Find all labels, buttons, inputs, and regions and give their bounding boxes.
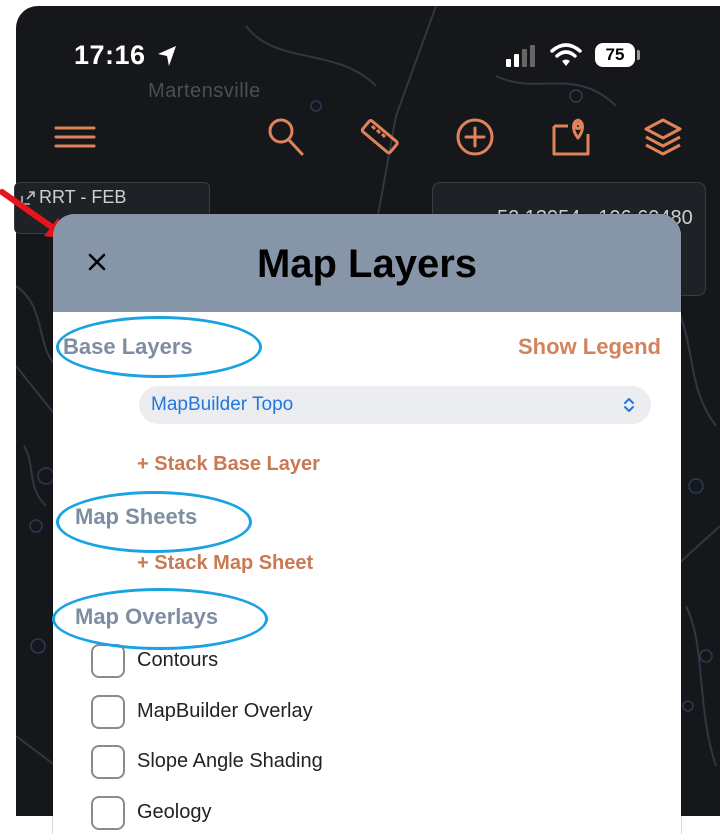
overlay-item-label: MapBuilder Overlay [137, 700, 313, 722]
checkbox[interactable] [91, 745, 125, 779]
annotation-ellipse-map-overlays [52, 588, 268, 650]
stack-base-layer-button[interactable]: + Stack Base Layer [137, 453, 320, 476]
checkbox[interactable] [91, 695, 125, 729]
battery-nub [637, 50, 640, 60]
ruler-icon[interactable] [356, 114, 402, 160]
map-town-label: Martensville [148, 80, 261, 102]
wifi-icon [550, 43, 582, 66]
modal-header: Map Layers [53, 214, 681, 312]
search-icon[interactable] [262, 114, 308, 160]
base-layer-select-value: MapBuilder Topo [151, 394, 294, 415]
overlay-item-label: Contours [137, 649, 219, 671]
add-icon[interactable] [452, 114, 498, 160]
base-layer-select[interactable]: MapBuilder Topo [139, 386, 651, 424]
menu-icon[interactable] [52, 114, 98, 160]
overlay-item-label: Slope Angle Shading [137, 750, 323, 772]
chevron-updown-icon [624, 398, 634, 412]
battery-indicator: 75 [595, 43, 635, 67]
show-legend-link[interactable]: Show Legend [518, 334, 661, 360]
modal-title: Map Layers [256, 242, 478, 286]
annotation-ellipse-map-sheets [56, 491, 252, 553]
location-arrow-icon [158, 46, 176, 66]
cellular-signal-icon [506, 45, 535, 67]
checkbox[interactable] [91, 644, 125, 678]
map-pin-icon[interactable] [548, 114, 594, 160]
overlay-item-label: Geology [137, 801, 212, 823]
layers-icon[interactable] [640, 114, 686, 160]
checkbox[interactable] [91, 796, 125, 830]
status-time: 17:16 [74, 40, 146, 70]
annotation-ellipse-base-layers [56, 316, 262, 378]
stack-map-sheet-button[interactable]: + Stack Map Sheet [137, 552, 313, 575]
